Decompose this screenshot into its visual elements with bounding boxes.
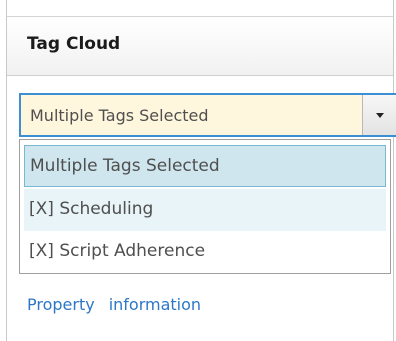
tag-options-list: Multiple Tags Selected [X] Scheduling [X… bbox=[19, 139, 391, 274]
tag-select-value: Multiple Tags Selected bbox=[30, 106, 209, 125]
tag-cloud-panel: Tag Cloud Multiple Tags Selected Multipl… bbox=[6, 0, 396, 341]
panel-header: Tag Cloud bbox=[7, 16, 393, 76]
panel-title: Tag Cloud bbox=[27, 34, 121, 54]
tag-option-multiple-selected[interactable]: Multiple Tags Selected bbox=[24, 145, 386, 187]
chevron-down-icon[interactable] bbox=[362, 95, 396, 135]
tag-option-label: [X] Script Adherence bbox=[29, 241, 206, 261]
tag-option-label: Multiple Tags Selected bbox=[30, 156, 220, 176]
information-link[interactable]: information bbox=[109, 295, 201, 314]
footer-links: Property information bbox=[27, 295, 201, 314]
tag-option-label: [X] Scheduling bbox=[29, 199, 154, 219]
tag-option-script-adherence[interactable]: [X] Script Adherence bbox=[24, 231, 386, 273]
tag-option-scheduling[interactable]: [X] Scheduling bbox=[24, 189, 386, 231]
property-link[interactable]: Property bbox=[27, 295, 95, 314]
tag-select-dropdown[interactable]: Multiple Tags Selected bbox=[19, 93, 396, 137]
